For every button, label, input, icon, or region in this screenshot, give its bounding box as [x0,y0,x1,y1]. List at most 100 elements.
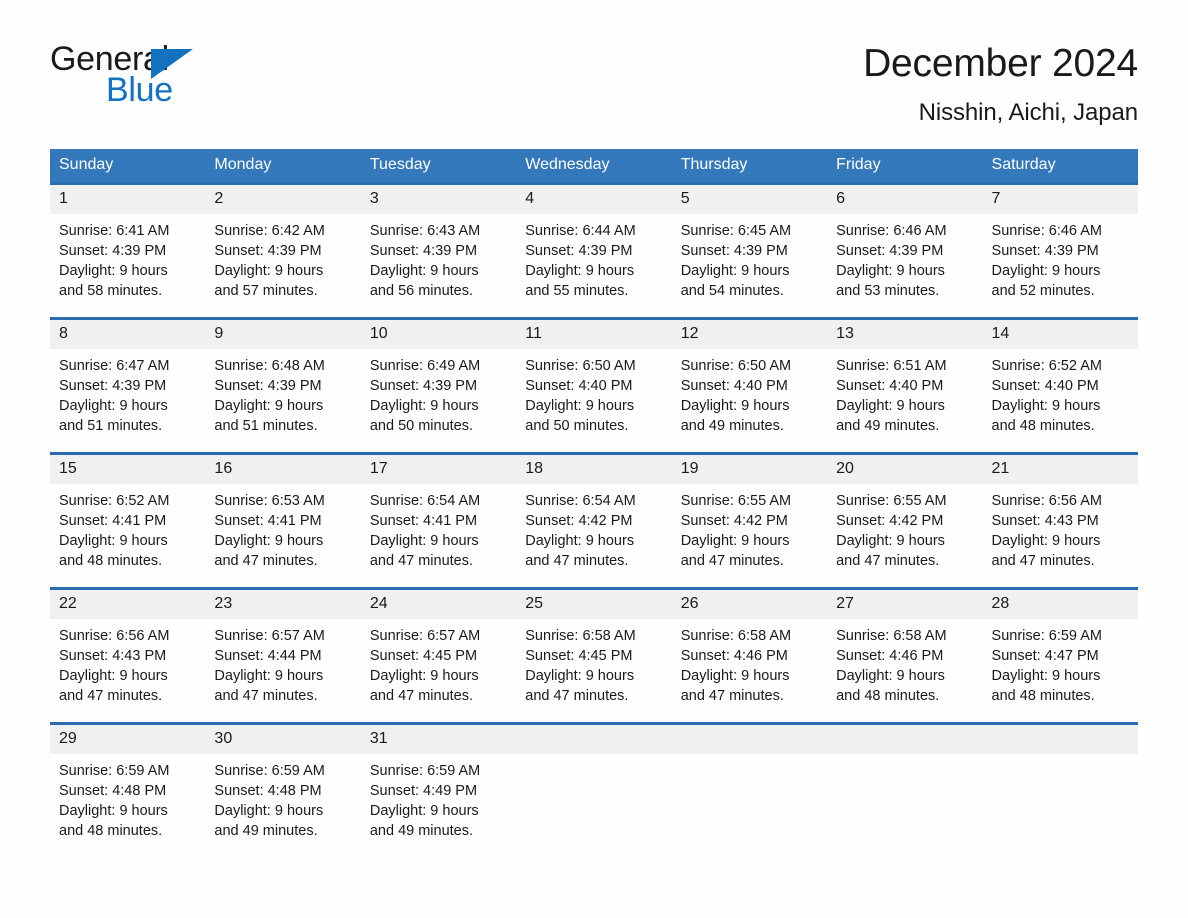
daylight-text-line1: Daylight: 9 hours [59,802,168,819]
daylight-text-line1: Daylight: 9 hours [991,262,1101,279]
daylight-text-line2: and 47 minutes. [214,687,318,704]
daylight-text-line1: Daylight: 9 hours [680,397,790,414]
day-details: Sunrise: 6:57 AM Sunset: 4:45 PM Dayligh… [361,619,516,722]
sunset-text: Sunset: 4:40 PM [525,377,633,394]
sunset-text: Sunset: 4:39 PM [991,242,1099,259]
sunset-text: Sunset: 4:39 PM [59,377,167,394]
daylight-text-line2: and 49 minutes. [680,417,784,434]
day-cell[interactable]: 8 Sunrise: 6:47 AM Sunset: 4:39 PM Dayli… [50,316,206,454]
daylight-text-line1: Daylight: 9 hours [991,667,1101,684]
daylight-text-line1: Daylight: 9 hours [836,397,945,414]
day-details: Sunrise: 6:59 AM Sunset: 4:47 PM Dayligh… [983,619,1138,722]
day-cell[interactable]: 24 Sunrise: 6:57 AM Sunset: 4:45 PM Dayl… [360,586,517,724]
day-cell[interactable]: 13 Sunrise: 6:51 AM Sunset: 4:40 PM Dayl… [827,316,983,454]
day-number: 12 [671,319,828,349]
day-cell[interactable]: 25 Sunrise: 6:58 AM Sunset: 4:45 PM Dayl… [516,586,672,724]
day-cell[interactable]: 3 Sunrise: 6:43 AM Sunset: 4:39 PM Dayli… [360,181,517,319]
daylight-text-line2: and 56 minutes. [369,282,474,299]
day-details [827,754,982,854]
daylight-text-line1: Daylight: 9 hours [369,397,479,414]
day-details: Sunrise: 6:54 AM Sunset: 4:41 PM Dayligh… [361,484,516,587]
sunrise-text: Sunrise: 6:47 AM [59,357,170,374]
day-cell[interactable]: 10 Sunrise: 6:49 AM Sunset: 4:39 PM Dayl… [360,316,517,454]
day-cell[interactable]: 27 Sunrise: 6:58 AM Sunset: 4:46 PM Dayl… [827,586,983,724]
day-number: 9 [205,319,361,349]
daylight-text-line2: and 49 minutes. [836,417,940,434]
day-number: 11 [516,319,672,349]
sunrise-text: Sunrise: 6:58 AM [525,627,636,644]
day-cell[interactable]: 19 Sunrise: 6:55 AM Sunset: 4:42 PM Dayl… [671,451,828,589]
sunset-text: Sunset: 4:49 PM [369,782,478,799]
day-cell[interactable]: 31 Sunrise: 6:59 AM Sunset: 4:49 PM Dayl… [360,721,517,857]
day-cell[interactable]: 18 Sunrise: 6:54 AM Sunset: 4:42 PM Dayl… [516,451,672,589]
day-details: Sunrise: 6:58 AM Sunset: 4:45 PM Dayligh… [516,619,671,722]
sunset-text: Sunset: 4:39 PM [369,377,478,394]
sunrise-text: Sunrise: 6:52 AM [991,357,1102,374]
day-details: Sunrise: 6:58 AM Sunset: 4:46 PM Dayligh… [672,619,827,722]
sunset-text: Sunset: 4:39 PM [214,377,322,394]
day-number: 3 [360,184,517,214]
day-cell[interactable]: 4 Sunrise: 6:44 AM Sunset: 4:39 PM Dayli… [516,181,672,319]
day-details [983,754,1138,854]
sunset-text: Sunset: 4:39 PM [836,242,944,259]
day-details: Sunrise: 6:51 AM Sunset: 4:40 PM Dayligh… [827,349,982,452]
sunset-text: Sunset: 4:43 PM [991,512,1099,529]
daylight-text-line1: Daylight: 9 hours [369,802,479,819]
generalblue-logo[interactable]: General Blue [50,42,200,114]
day-cell[interactable]: 17 Sunrise: 6:54 AM Sunset: 4:41 PM Dayl… [360,451,517,589]
day-number: 8 [50,319,206,349]
daylight-text-line2: and 55 minutes. [525,282,629,299]
day-cell[interactable]: 29 Sunrise: 6:59 AM Sunset: 4:48 PM Dayl… [50,721,206,857]
day-cell[interactable]: 1 Sunrise: 6:41 AM Sunset: 4:39 PM Dayli… [50,181,206,319]
day-details: Sunrise: 6:41 AM Sunset: 4:39 PM Dayligh… [50,214,205,317]
sunset-text: Sunset: 4:41 PM [59,512,167,529]
day-number: 26 [671,589,828,619]
daylight-text-line1: Daylight: 9 hours [991,397,1101,414]
day-details: Sunrise: 6:44 AM Sunset: 4:39 PM Dayligh… [516,214,671,317]
sunrise-text: Sunrise: 6:59 AM [369,762,481,779]
sunrise-text: Sunrise: 6:50 AM [525,357,636,374]
day-cell[interactable]: 11 Sunrise: 6:50 AM Sunset: 4:40 PM Dayl… [516,316,672,454]
day-cell[interactable]: 12 Sunrise: 6:50 AM Sunset: 4:40 PM Dayl… [671,316,828,454]
sunrise-text: Sunrise: 6:49 AM [369,357,481,374]
day-cell[interactable]: 20 Sunrise: 6:55 AM Sunset: 4:42 PM Dayl… [827,451,983,589]
daylight-text-line1: Daylight: 9 hours [214,802,324,819]
day-cell[interactable]: 16 Sunrise: 6:53 AM Sunset: 4:41 PM Dayl… [205,451,361,589]
daylight-text-line2: and 47 minutes. [680,552,784,569]
logo-text-blue: Blue [106,71,173,109]
weekday-header-monday: Monday [205,148,361,184]
day-details: Sunrise: 6:58 AM Sunset: 4:46 PM Dayligh… [827,619,982,722]
daylight-text-line2: and 48 minutes. [836,687,940,704]
day-number: 19 [671,454,828,484]
sunset-text: Sunset: 4:44 PM [214,647,322,664]
sunrise-text: Sunrise: 6:45 AM [680,222,792,239]
daylight-text-line2: and 47 minutes. [991,552,1095,569]
day-number: 22 [50,589,206,619]
week-row: 1 Sunrise: 6:41 AM Sunset: 4:39 PM Dayli… [50,181,1138,319]
day-cell[interactable]: 28 Sunrise: 6:59 AM Sunset: 4:47 PM Dayl… [982,586,1138,724]
sunrise-text: Sunrise: 6:54 AM [369,492,481,509]
weekday-header-saturday: Saturday [982,148,1138,184]
daylight-text-line1: Daylight: 9 hours [214,532,324,549]
day-cell[interactable]: 15 Sunrise: 6:52 AM Sunset: 4:41 PM Dayl… [50,451,206,589]
day-details: Sunrise: 6:48 AM Sunset: 4:39 PM Dayligh… [205,349,360,452]
day-cell[interactable]: 26 Sunrise: 6:58 AM Sunset: 4:46 PM Dayl… [671,586,828,724]
day-cell[interactable]: 5 Sunrise: 6:45 AM Sunset: 4:39 PM Dayli… [671,181,828,319]
day-details: Sunrise: 6:42 AM Sunset: 4:39 PM Dayligh… [205,214,360,317]
day-cell[interactable]: 6 Sunrise: 6:46 AM Sunset: 4:39 PM Dayli… [827,181,983,319]
day-cell[interactable]: 30 Sunrise: 6:59 AM Sunset: 4:48 PM Dayl… [205,721,361,857]
daylight-text-line1: Daylight: 9 hours [525,532,635,549]
daylight-text-line1: Daylight: 9 hours [680,262,790,279]
day-cell[interactable]: 2 Sunrise: 6:42 AM Sunset: 4:39 PM Dayli… [205,181,361,319]
day-details [516,754,671,854]
day-details: Sunrise: 6:57 AM Sunset: 4:44 PM Dayligh… [205,619,360,722]
day-cell[interactable]: 7 Sunrise: 6:46 AM Sunset: 4:39 PM Dayli… [982,181,1138,319]
day-cell[interactable]: 14 Sunrise: 6:52 AM Sunset: 4:40 PM Dayl… [982,316,1138,454]
day-number: 20 [827,454,983,484]
day-cell[interactable]: 21 Sunrise: 6:56 AM Sunset: 4:43 PM Dayl… [982,451,1138,589]
day-cell[interactable]: 9 Sunrise: 6:48 AM Sunset: 4:39 PM Dayli… [205,316,361,454]
day-cell[interactable]: 22 Sunrise: 6:56 AM Sunset: 4:43 PM Dayl… [50,586,206,724]
day-cell[interactable]: 23 Sunrise: 6:57 AM Sunset: 4:44 PM Dayl… [205,586,361,724]
sunrise-text: Sunrise: 6:58 AM [836,627,947,644]
daylight-text-line2: and 47 minutes. [369,687,474,704]
